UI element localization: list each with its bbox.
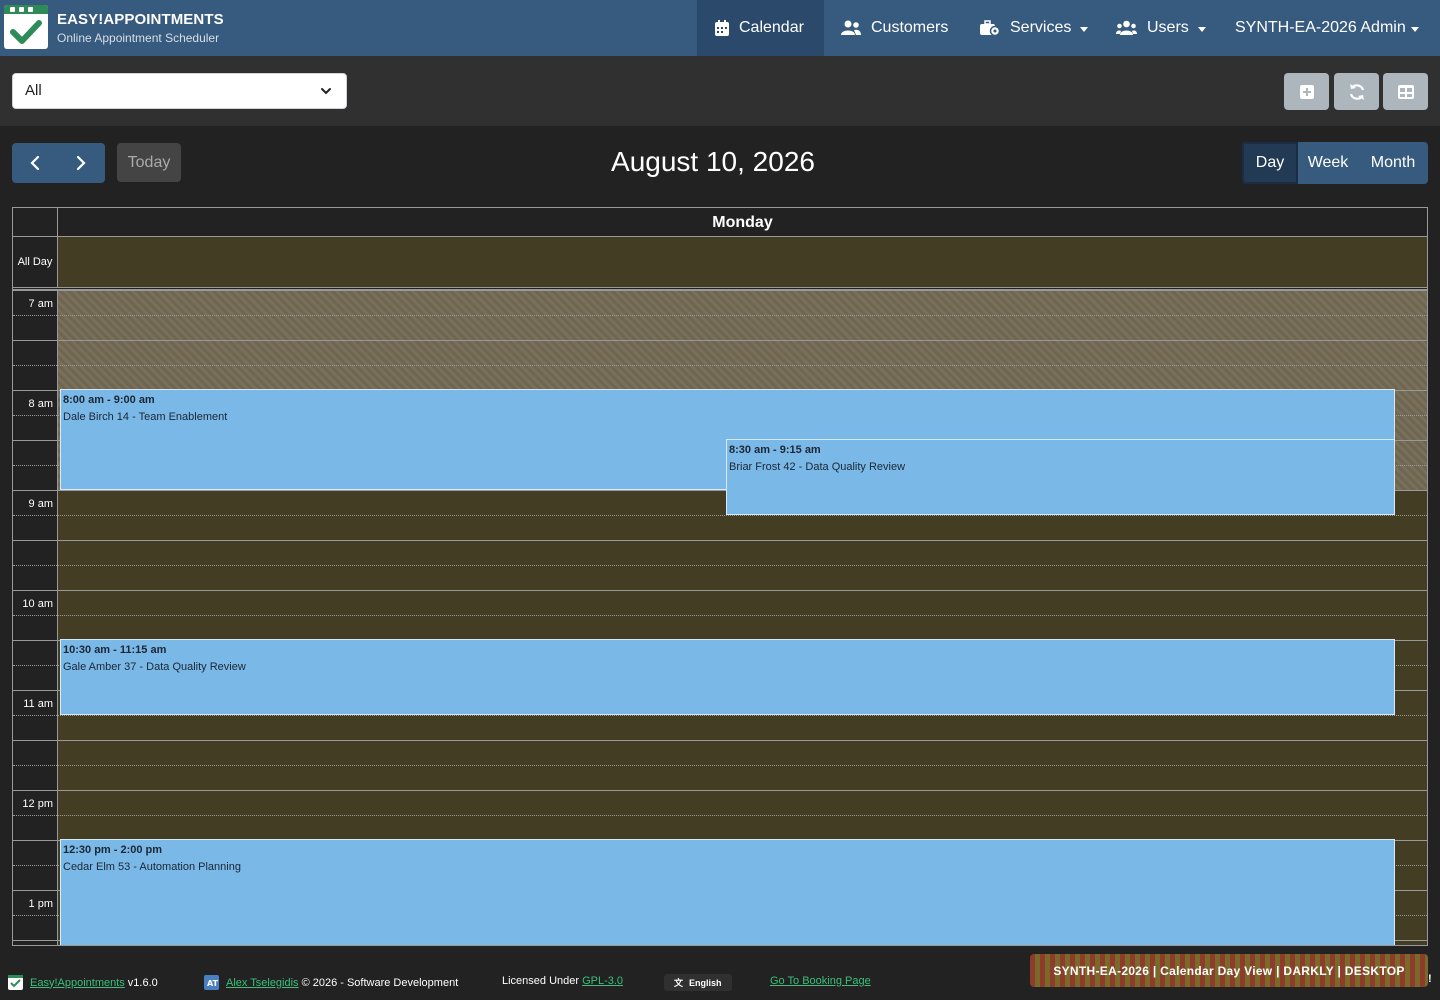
author-link[interactable]: Alex Tselegidis [226,977,299,989]
footer-booking: Go To Booking Page [770,975,871,987]
view-month-button[interactable]: Month [1358,142,1428,184]
event-title: Gale Amber 37 - Data Quality Review [63,661,246,673]
event-title: Dale Birch 14 - Team Enablement [63,411,228,423]
provider-filter-value: All [25,82,42,99]
hour-label: 10 am [22,598,53,610]
nav-services-label: Services [1010,19,1072,36]
table-view-icon [1397,84,1414,99]
all-day-slot[interactable] [58,237,1427,287]
hour-label: 11 am [23,698,53,710]
time-axis: 7 am 8 am 9 am 10 am 11 am 12 pm 1 pm [13,290,58,945]
nav-customers[interactable]: Customers [841,0,948,56]
copyright-text: © 2026 - Software Development [301,976,459,989]
users-icon [841,20,861,35]
briefcase-gear-icon [980,20,1000,36]
hour-label: 8 am [28,398,53,410]
day-header: Monday [58,208,1427,237]
provider-filter-select[interactable]: All [12,73,347,109]
chevron-down-icon [321,88,331,95]
calendar-icon [715,20,729,36]
day-grid: Monday All Day 7 am 8 am 9 am 10 am 11 a… [12,207,1428,946]
language-label: English [689,978,722,988]
add-appointment-icon [1299,84,1314,99]
calendar-toolbar: All [0,56,1440,126]
nav-services[interactable]: Services [980,0,1089,56]
appointment-event[interactable]: 12:30 pm - 2:00 pm Cedar Elm 53 - Automa… [60,839,1395,945]
hour-label: 1 pm [28,898,53,910]
environment-banner: SYNTH-EA-2026 | Calendar Day View | DARK… [1030,954,1428,987]
check-logo-icon[interactable] [4,5,48,49]
event-title: Briar Frost 42 - Data Quality Review [729,461,906,473]
appointment-event[interactable]: 10:30 am - 11:15 am Gale Amber 37 - Data… [60,639,1395,715]
hour-label: 7 am [28,298,53,310]
license-link[interactable]: GPL-3.0 [582,975,623,987]
license-prefix: Licensed Under [502,975,580,987]
nav-users[interactable]: Users [1116,0,1206,56]
next-button[interactable] [58,143,104,183]
event-time: 8:00 am - 9:00 am [63,394,155,406]
language-icon: 文 [674,978,684,988]
reload-calendar-button[interactable] [1334,73,1379,110]
nav-customers-label: Customers [871,19,949,36]
app-version: v1.6.0 [127,976,158,989]
chevron-left-icon [30,155,40,171]
nav-account-menu[interactable]: SYNTH-EA-2026 Admin [1235,0,1419,56]
author-logo-icon: AT [204,975,219,990]
view-switcher: Day Week Month [1242,142,1428,184]
footer-author: AT Alex Tselegidis © 2026 - Software Dev… [204,975,458,990]
view-week-button[interactable]: Week [1298,142,1358,184]
account-name: SYNTH-EA-2026 Admin [1235,19,1406,36]
hour-label: 12 pm [22,798,53,810]
prev-next-group [12,143,105,183]
hour-label: 9 am [28,498,53,510]
footer-license: Licensed Under GPL-3.0 [502,975,623,987]
nav-users-label: Users [1147,19,1189,36]
nav-calendar[interactable]: Calendar [697,0,824,56]
chevron-down-icon [1410,26,1419,32]
event-title: Cedar Elm 53 - Automation Planning [63,861,241,873]
brand-subtitle: Online Appointment Scheduler [57,31,220,45]
app-link[interactable]: Easy!Appointments [30,977,125,989]
nav-calendar-label: Calendar [739,19,804,36]
today-button[interactable]: Today [117,143,181,182]
calendar-title: August 10, 2026 [611,146,815,177]
view-day-button[interactable]: Day [1242,142,1298,184]
add-appointment-button[interactable] [1284,73,1329,110]
event-time: 12:30 pm - 2:00 pm [63,844,163,856]
footer-app: Easy!Appointments v1.6.0 [8,975,158,990]
prev-button[interactable] [12,143,58,183]
chevron-down-icon [1197,26,1206,32]
users-group-icon [1116,20,1137,35]
chevron-down-icon [1080,26,1089,32]
check-logo-icon [8,975,23,990]
brand-title: EASY!APPOINTMENTS [57,11,224,28]
chevron-right-icon [76,155,86,171]
appointment-event[interactable]: 8:30 am - 9:15 am Briar Frost 42 - Data … [726,439,1395,515]
all-day-label: All Day [13,237,58,287]
booking-page-link[interactable]: Go To Booking Page [770,975,871,987]
event-time: 8:30 am - 9:15 am [729,444,821,456]
reload-icon [1349,83,1364,100]
top-navbar: EASY!APPOINTMENTS Online Appointment Sch… [0,0,1440,56]
table-view-button[interactable] [1383,73,1428,110]
svg-text:AT: AT [207,979,219,988]
event-time: 10:30 am - 11:15 am [63,644,167,656]
language-selector[interactable]: 文 English [664,974,732,991]
